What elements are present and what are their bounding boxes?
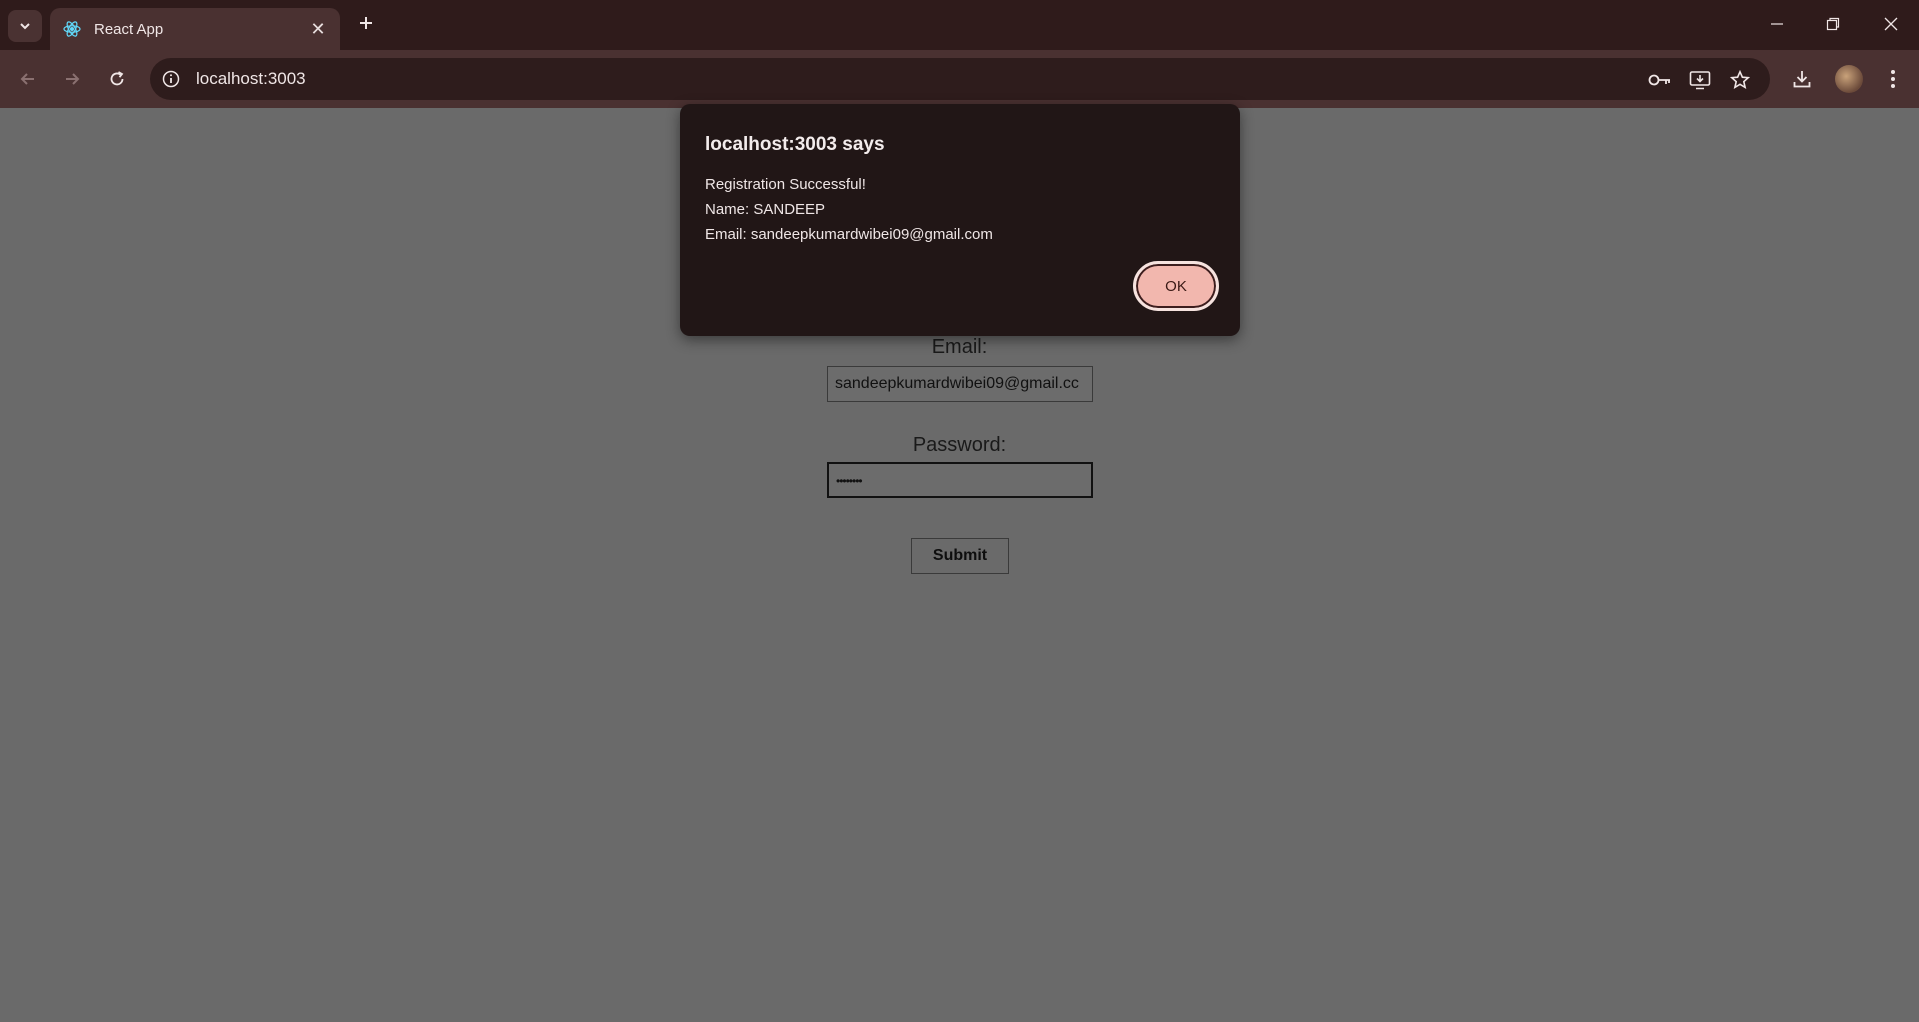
dialog-message: Registration Successful! Name: SANDEEP E…: [705, 172, 993, 247]
forward-button[interactable]: [57, 64, 87, 94]
dialog-line-name: Name: SANDEEP: [705, 201, 826, 218]
key-icon: [1648, 74, 1670, 86]
arrow-right-icon: [66, 73, 80, 85]
dialog-line-status: Registration Successful!: [705, 176, 866, 193]
alert-dialog: localhost:3003 says Registration Success…: [680, 104, 1240, 336]
more-vertical-icon: [1891, 70, 1895, 88]
download-icon: [1793, 71, 1811, 88]
address-bar[interactable]: localhost:3003: [150, 58, 1770, 100]
info-icon: [162, 70, 180, 88]
react-icon: [63, 21, 81, 37]
star-icon: [1730, 70, 1750, 90]
tab-close-icon[interactable]: ✕: [308, 19, 328, 40]
close-icon: [1884, 17, 1898, 31]
restore-button[interactable]: [1810, 10, 1856, 38]
arrow-left-icon: [20, 73, 34, 85]
plus-icon: [360, 17, 372, 29]
chevron-down-icon: [20, 23, 30, 30]
close-window-button[interactable]: [1868, 10, 1914, 38]
back-button[interactable]: [13, 64, 43, 94]
browser-menu-button[interactable]: [1878, 64, 1908, 94]
reload-icon: [110, 71, 124, 86]
minimize-button[interactable]: [1754, 10, 1800, 38]
install-app-button[interactable]: [1687, 67, 1713, 93]
downloads-button[interactable]: [1787, 64, 1817, 94]
minimize-icon: [1771, 23, 1783, 25]
password-label: Password:: [912, 434, 1007, 456]
browser-tab[interactable]: React App ✕: [50, 8, 340, 50]
bookmark-button[interactable]: [1727, 67, 1753, 93]
install-app-icon: [1689, 71, 1711, 90]
browser-toolbar: localhost:3003: [0, 50, 1919, 108]
dialog-line-email: Email: sandeepkumardwibei09@gmail.com: [705, 226, 993, 243]
password-manager-button[interactable]: [1647, 67, 1673, 93]
submit-button[interactable]: Submit: [911, 538, 1009, 574]
email-label: Email:: [931, 336, 988, 358]
email-field[interactable]: sandeepkumardwibei09@gmail.cc: [827, 366, 1093, 402]
reload-button[interactable]: [102, 64, 132, 94]
url-text[interactable]: localhost:3003: [196, 69, 306, 89]
ok-button[interactable]: OK: [1133, 261, 1219, 311]
site-info-button[interactable]: [150, 58, 192, 100]
dialog-title: localhost:3003 says: [705, 134, 885, 155]
new-tab-button[interactable]: [354, 12, 378, 38]
profile-avatar[interactable]: [1835, 65, 1863, 93]
restore-icon: [1826, 17, 1840, 31]
tab-search-button[interactable]: [8, 10, 42, 42]
tab-title: React App: [94, 20, 164, 38]
browser-titlebar: React App ✕: [0, 0, 1919, 50]
password-field[interactable]: ••••••••: [827, 462, 1093, 498]
